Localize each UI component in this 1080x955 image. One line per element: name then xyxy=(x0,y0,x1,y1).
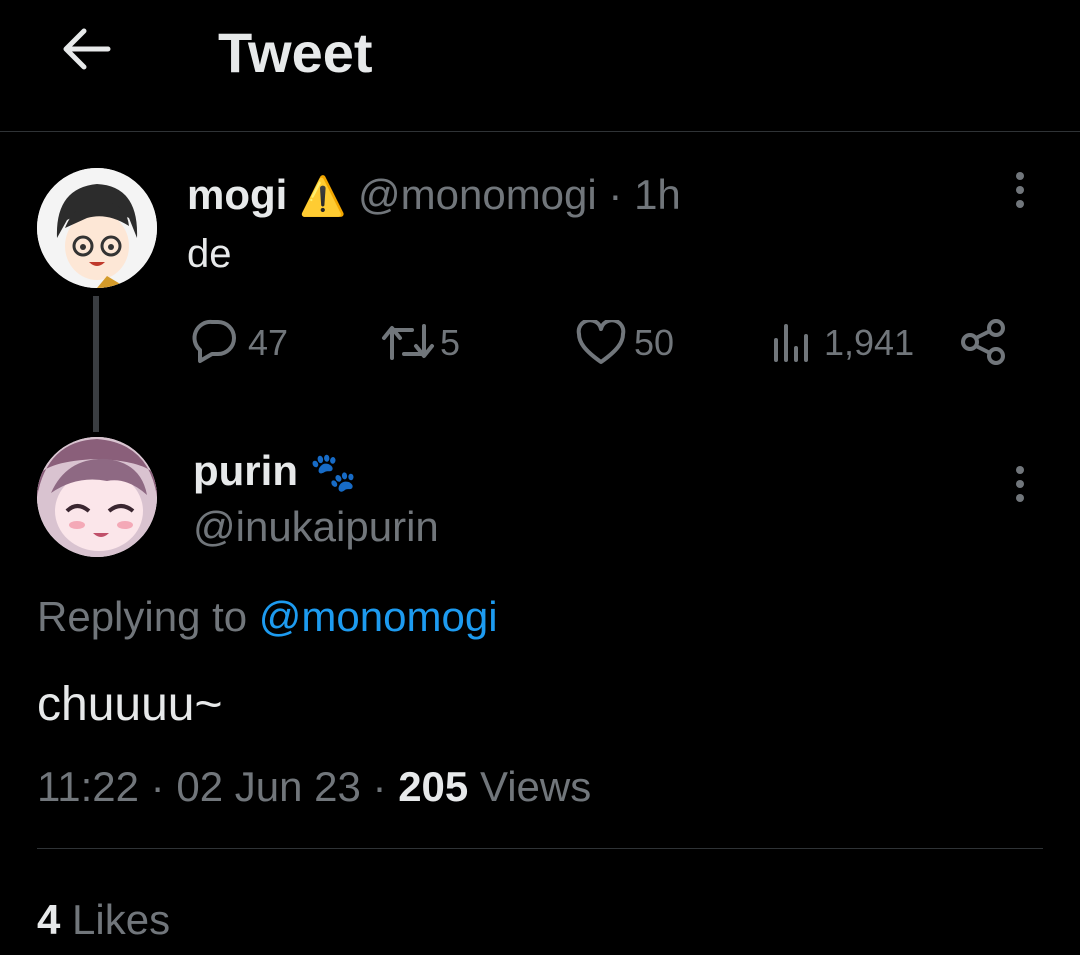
share-icon[interactable] xyxy=(960,318,1008,366)
likes-number: 4 xyxy=(37,896,61,943)
tweet-time[interactable]: 1h xyxy=(634,171,681,218)
avatar-mogi[interactable] xyxy=(37,168,157,288)
page-title: Tweet xyxy=(218,21,373,84)
views-number: 205 xyxy=(398,763,469,810)
separator-dot: · xyxy=(372,763,387,810)
separator-dot: · xyxy=(150,763,165,810)
replying-to-label: Replying to xyxy=(37,593,248,640)
tweet-text: de xyxy=(187,232,232,276)
separator-dot: · xyxy=(608,171,623,218)
thread-line xyxy=(93,296,99,432)
stats-divider xyxy=(37,848,1043,849)
author-handle-purin[interactable]: @inukaipurin xyxy=(193,500,439,554)
tweet-timestamp[interactable]: 11:22 xyxy=(37,763,139,810)
like-icon[interactable] xyxy=(576,320,626,366)
back-arrow-icon[interactable] xyxy=(58,25,112,73)
more-options-icon[interactable] xyxy=(1012,464,1028,509)
likes-label: Likes xyxy=(72,896,171,943)
warning-icon: ⚠️ xyxy=(299,176,347,218)
author-handle-mogi[interactable]: @monomogi xyxy=(358,171,597,218)
retweet-count: 5 xyxy=(440,322,461,363)
likes-summary[interactable]: 4 Likes xyxy=(37,893,170,947)
replying-to-handle[interactable]: @monomogi xyxy=(259,593,498,640)
reply-icon[interactable] xyxy=(190,318,238,364)
header-divider xyxy=(0,131,1080,132)
author-name-purin[interactable]: purin xyxy=(193,447,298,494)
avatar-purin[interactable] xyxy=(37,437,157,557)
author-name-mogi[interactable]: mogi xyxy=(187,171,287,218)
views-label: Views xyxy=(479,763,592,810)
views-icon[interactable] xyxy=(772,322,814,362)
views-count: 1,941 xyxy=(824,322,915,363)
reply-count: 47 xyxy=(248,322,289,363)
paw-icon: 🐾 xyxy=(309,452,357,494)
reply-text: chuuuu~ xyxy=(37,678,223,731)
retweet-icon[interactable] xyxy=(380,320,436,364)
tweet-date[interactable]: 02 Jun 23 xyxy=(176,763,361,810)
more-options-icon[interactable] xyxy=(1012,170,1028,215)
like-count: 50 xyxy=(634,322,675,363)
